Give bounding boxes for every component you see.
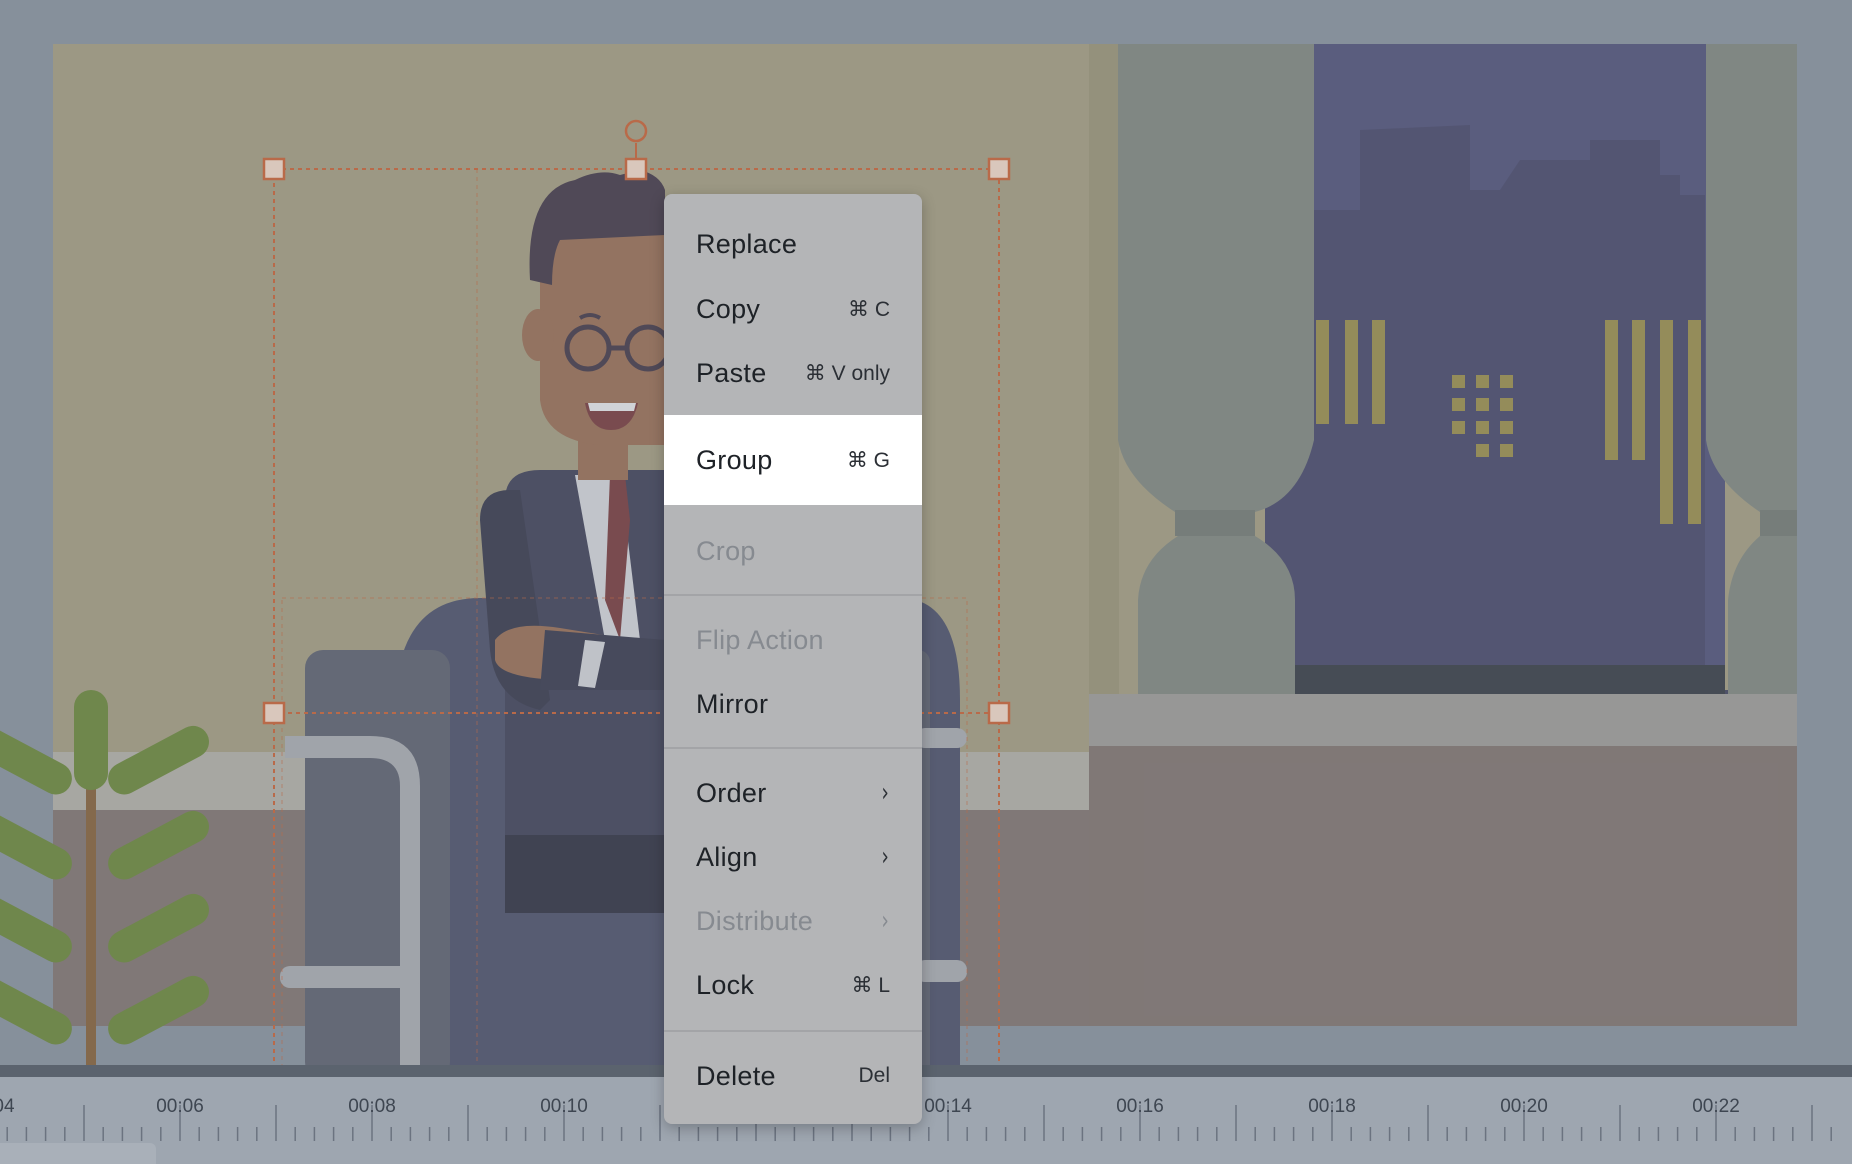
menu-item-label: Lock — [696, 969, 755, 1000]
scene-canvas[interactable] — [0, 0, 1852, 1164]
menu-divider — [664, 1030, 922, 1032]
menu-item-label: Crop — [696, 535, 756, 566]
menu-item-label: Mirror — [696, 688, 769, 719]
menu-item-group[interactable]: Group ⌘ G — [664, 415, 922, 505]
menu-divider — [664, 594, 922, 596]
timeline-tick-label: 00:08 — [348, 1096, 396, 1117]
editor-stage: 04 00:06 00:08 00:10 00:14 00:16 00:18 0… — [0, 0, 1852, 1164]
submenu-chevron-icon: › — [881, 842, 889, 872]
menu-item-label: Flip Action — [696, 624, 824, 655]
timeline-tick-label: 04 — [0, 1096, 15, 1117]
timeline-tick-label: 00:22 — [1692, 1096, 1740, 1117]
timeline-tick-label: 00:20 — [1500, 1096, 1548, 1117]
submenu-chevron-icon: › — [881, 906, 889, 936]
menu-item-mirror[interactable]: Mirror — [664, 672, 922, 736]
menu-item-replace[interactable]: Replace — [664, 194, 922, 277]
menu-item-shortcut: Del — [858, 1064, 890, 1087]
menu-divider — [664, 747, 922, 749]
menu-item-paste[interactable]: Paste ⌘ V only — [664, 341, 922, 405]
menu-item-distribute[interactable]: Distribute › — [664, 889, 922, 953]
menu-item-shortcut: ⌘ V only — [804, 361, 890, 385]
menu-item-copy[interactable]: Copy ⌘ C — [664, 277, 922, 341]
context-menu: Replace Copy ⌘ C Paste ⌘ V only Group ⌘ … — [664, 194, 922, 1124]
menu-item-label: Delete — [696, 1060, 776, 1091]
timeline-tick-label: 00:16 — [1116, 1096, 1164, 1117]
menu-item-label: Group — [696, 444, 773, 475]
menu-item-label: Replace — [696, 229, 798, 259]
timeline-tick-label: 00:10 — [540, 1096, 588, 1117]
submenu-chevron-icon: › — [881, 778, 889, 808]
timeline-tick-label: 00:18 — [1308, 1096, 1356, 1117]
menu-item-delete[interactable]: Delete Del — [664, 1044, 922, 1108]
menu-item-flip-action[interactable]: Flip Action — [664, 608, 922, 672]
menu-item-align[interactable]: Align › — [664, 825, 922, 889]
menu-item-label: Align — [696, 841, 758, 872]
menu-item-label: Paste — [696, 357, 767, 388]
menu-item-label: Distribute — [696, 905, 814, 936]
menu-item-shortcut: ⌘ G — [846, 448, 890, 472]
timeline-tick-label: 00:06 — [156, 1096, 204, 1117]
menu-item-label: Order — [696, 777, 767, 808]
timeline-tick-label: 00:14 — [924, 1096, 972, 1117]
menu-item-lock[interactable]: Lock ⌘ L — [664, 953, 922, 1017]
menu-item-shortcut: ⌘ C — [848, 297, 890, 321]
menu-item-crop[interactable]: Crop — [664, 519, 922, 583]
menu-item-order[interactable]: Order › — [664, 761, 922, 825]
menu-item-label: Copy — [696, 293, 761, 324]
menu-item-shortcut: ⌘ L — [851, 973, 890, 997]
timeline-scroll-thumb[interactable] — [0, 1143, 156, 1164]
